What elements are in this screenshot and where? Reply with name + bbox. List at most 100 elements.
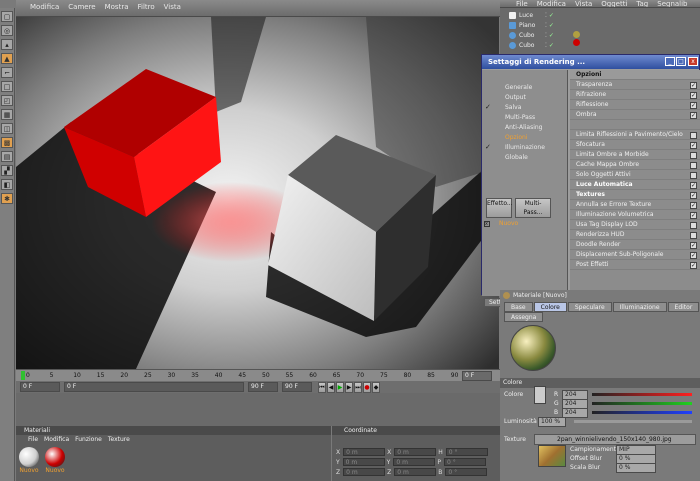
tool-move-icon[interactable]: ◎	[1, 25, 13, 36]
checkbox-icon[interactable]	[485, 94, 492, 101]
keyframe-button[interactable]: ◆	[372, 381, 380, 393]
multipass-button[interactable]: Multi-Pass...	[515, 198, 551, 218]
tool-scale-icon[interactable]: ▴	[1, 39, 13, 50]
checkbox-icon[interactable]	[485, 84, 492, 91]
option-checkbox[interactable]: ✓	[690, 262, 697, 269]
tab-base[interactable]: Base	[504, 302, 533, 312]
timeline[interactable]: 0 5 10 15 20 25 30 35 40 45 50 55 60 65 70 75 80 85 90 0 F	[16, 369, 500, 381]
option-checkbox[interactable]: ✓	[690, 82, 697, 89]
r-slider[interactable]	[592, 393, 692, 396]
option-checkbox[interactable]: ✓	[690, 212, 697, 219]
material-tag-icon[interactable]	[573, 39, 580, 46]
option-checkbox[interactable]	[690, 152, 697, 159]
tool-rotate-icon[interactable]: ▲	[1, 53, 13, 64]
texture-file-button[interactable]: 2pan_winnielivendo_150x140_980.jpg	[534, 434, 696, 445]
coord-field[interactable]: 0 m	[343, 448, 386, 456]
option-checkbox[interactable]	[690, 232, 697, 239]
tool-points-icon[interactable]: ▦	[1, 109, 13, 120]
menu-vista[interactable]: Vista	[575, 0, 592, 7]
tab-illuminazione[interactable]: Illuminazione	[612, 302, 667, 312]
option-checkbox[interactable]: ✓	[690, 182, 697, 189]
enabled-check-icon[interactable]: ✓	[549, 12, 554, 19]
new-post-effect[interactable]: x Nuovo	[484, 220, 518, 227]
option-checkbox[interactable]	[690, 172, 697, 179]
nav-item[interactable]: Opzioni	[482, 133, 567, 143]
option-checkbox[interactable]: ✓	[690, 142, 697, 149]
option-checkbox[interactable]	[690, 162, 697, 169]
effect-button[interactable]: Effetto...	[486, 198, 513, 218]
option-checkbox[interactable]: ✓	[690, 92, 697, 99]
menu-vista[interactable]: Vista	[164, 3, 181, 16]
nav-item[interactable]: Output	[482, 93, 567, 103]
checkbox-icon[interactable]	[485, 124, 492, 131]
color-swatch[interactable]	[534, 385, 546, 404]
coord-field[interactable]: 0 m	[394, 468, 437, 476]
tab-assegna[interactable]: Assegna	[504, 312, 544, 322]
material-item[interactable]: Nuovo	[44, 447, 66, 474]
nav-item[interactable]: Generale	[482, 83, 567, 93]
menu-file[interactable]: File	[516, 0, 528, 7]
material-item[interactable]: Nuovo	[18, 447, 40, 474]
option-checkbox[interactable]: ✓	[690, 192, 697, 199]
tool-model-icon[interactable]: □	[1, 81, 13, 92]
option-checkbox[interactable]	[690, 222, 697, 229]
current-frame-field[interactable]: 0 F	[462, 371, 492, 381]
nav-item[interactable]: Multi-Pass	[482, 113, 567, 123]
luminosity-value[interactable]: 100 %	[538, 416, 566, 427]
menu-mostra[interactable]: Mostra	[105, 3, 129, 16]
start-frame-field[interactable]: 0 F	[20, 382, 60, 392]
materials-menu-texture[interactable]: Texture	[108, 435, 130, 444]
visibility-dots-icon[interactable]: ⁚	[545, 42, 547, 49]
tab-speculare[interactable]: Speculare	[567, 302, 612, 312]
g-slider[interactable]	[592, 402, 692, 405]
coord-field[interactable]: 0 °	[445, 468, 488, 476]
end-frame-field[interactable]: 90 F	[282, 382, 312, 392]
option-checkbox[interactable]: ✓	[690, 252, 697, 259]
min-frame-field[interactable]: 0 F	[64, 382, 244, 392]
tool-axis-icon[interactable]: ⌐	[1, 67, 13, 78]
tab-colore[interactable]: Colore	[533, 302, 567, 312]
menu-modifica[interactable]: Modifica	[537, 0, 566, 7]
minimize-button[interactable]: _	[665, 57, 675, 66]
visibility-dots-icon[interactable]: ⁚	[545, 32, 547, 39]
option-checkbox[interactable]: ✓	[690, 102, 697, 109]
coord-field[interactable]: 0 m	[343, 468, 386, 476]
menu-filtro[interactable]: Filtro	[138, 3, 155, 16]
coord-field[interactable]: 0 °	[443, 458, 486, 466]
object-row[interactable]: Cubo ⁚ ✓	[500, 30, 700, 40]
coord-field[interactable]: 0 m	[393, 458, 436, 466]
enabled-check-icon[interactable]: ✓	[549, 22, 554, 29]
material-tag-icon[interactable]	[573, 31, 580, 38]
materials-menu-modifica[interactable]: Modifica	[44, 435, 69, 444]
tool-select-icon[interactable]: ▢	[1, 11, 13, 22]
coord-field[interactable]: 0 °	[445, 448, 488, 456]
tool-edges-icon[interactable]: ◫	[1, 123, 13, 134]
visibility-dots-icon[interactable]: ⁚	[545, 22, 547, 29]
menu-oggetti[interactable]: Oggetti	[601, 0, 627, 7]
go-end-button[interactable]: ⏭	[354, 381, 362, 393]
go-start-button[interactable]: ⏮	[318, 381, 326, 393]
tool-polygons-icon[interactable]: ▩	[1, 137, 13, 148]
object-row[interactable]: Cubo ⁚ ✓	[500, 40, 700, 50]
play-button[interactable]: ▶	[336, 381, 344, 393]
menu-tag[interactable]: Tag	[636, 0, 648, 7]
enabled-check-icon[interactable]: ✓	[549, 42, 554, 49]
option-checkbox[interactable]: ✓	[690, 202, 697, 209]
object-row[interactable]: Piano ⁚ ✓	[500, 20, 700, 30]
close-button[interactable]: x	[688, 57, 698, 66]
materials-menu-file[interactable]: File	[28, 435, 38, 444]
luminosity-slider[interactable]	[574, 420, 692, 423]
max-frame-field[interactable]: 90 F	[248, 382, 278, 392]
option-checkbox[interactable]	[690, 132, 697, 139]
option-checkbox[interactable]: ✓	[690, 242, 697, 249]
coord-field[interactable]: 0 m	[342, 458, 385, 466]
menu-modifica[interactable]: Modifica	[30, 3, 59, 16]
nav-item[interactable]: ✓ Salva	[482, 103, 567, 113]
prev-frame-button[interactable]: ◀	[327, 381, 335, 393]
tool-checker-icon[interactable]: ▞	[1, 165, 13, 176]
tab-editor[interactable]: Editor	[667, 302, 700, 312]
enabled-check-icon[interactable]: ✓	[549, 32, 554, 39]
menu-segnalib[interactable]: Segnalib	[657, 0, 687, 7]
timeline-playhead[interactable]	[21, 371, 25, 380]
tool-uv-icon[interactable]: ◧	[1, 179, 13, 190]
